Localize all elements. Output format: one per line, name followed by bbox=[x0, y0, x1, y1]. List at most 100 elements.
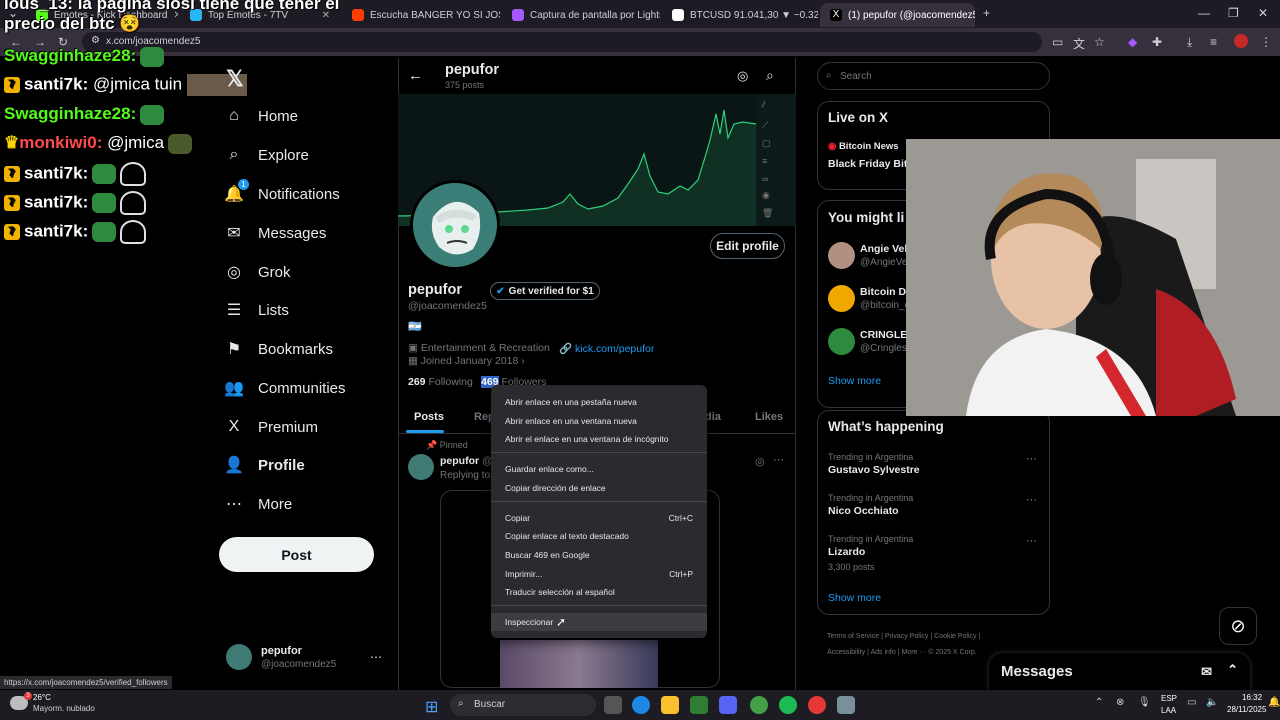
maximize-icon[interactable]: ❐ bbox=[1228, 6, 1239, 20]
menu-open-new-window[interactable]: Abrir enlace en una ventana nueva bbox=[491, 412, 707, 430]
back-arrow-icon[interactable]: ← bbox=[408, 67, 423, 84]
site-info-icon[interactable]: ⚙ bbox=[91, 35, 100, 46]
post-avatar[interactable] bbox=[408, 454, 434, 480]
new-message-icon[interactable]: ✉ bbox=[1201, 664, 1212, 680]
browser-tab[interactable]: Captura de pantalla por Lightsh ✕ bbox=[502, 3, 660, 27]
nav-grok[interactable]: ◎ Grok bbox=[224, 262, 291, 282]
account-menu-icon[interactable]: ⋯ bbox=[370, 650, 382, 664]
tab-media[interactable]: dia bbox=[705, 411, 721, 423]
footer-link[interactable]: Cookie Policy bbox=[934, 633, 976, 640]
suggestion-avatar[interactable] bbox=[828, 242, 855, 269]
menu-open-incognito[interactable]: Abrir el enlace en una ventana de incógn… bbox=[491, 430, 707, 448]
notification-bell-icon[interactable]: 🔔 bbox=[1268, 697, 1280, 708]
nav-communities[interactable]: 👥 Communities bbox=[224, 378, 346, 398]
footer-link[interactable]: More ··· bbox=[901, 649, 926, 656]
trend-name[interactable]: Lizardo bbox=[828, 546, 865, 558]
menu-print[interactable]: Imprimir... Ctrl+P bbox=[491, 565, 707, 583]
extension-icon[interactable]: ◆ bbox=[1128, 35, 1137, 49]
volume-icon[interactable]: 🔈 bbox=[1206, 697, 1218, 708]
post-more-icon[interactable]: ⋯ bbox=[773, 453, 784, 466]
settings-gear-icon[interactable] bbox=[837, 696, 855, 714]
footer-link[interactable]: Ads info bbox=[870, 649, 895, 656]
task-view-icon[interactable] bbox=[604, 696, 622, 714]
messages-drawer[interactable]: Messages ✉ ⌃ bbox=[989, 653, 1250, 690]
nav-premium[interactable]: X Premium bbox=[224, 417, 318, 437]
account-avatar[interactable] bbox=[226, 644, 252, 670]
live-text[interactable]: Black Friday Bitc bbox=[828, 158, 913, 170]
following-link[interactable]: 269 Following bbox=[408, 376, 473, 388]
minimize-icon[interactable]: — bbox=[1198, 6, 1210, 20]
clock-date[interactable]: 28/11/2025 bbox=[1227, 705, 1266, 714]
menu-copy-highlight-link[interactable]: Copiar enlace al texto destacado bbox=[491, 527, 707, 545]
nav-home[interactable]: ⌂ Home bbox=[224, 106, 298, 126]
trend-name[interactable]: Nico Occhiato bbox=[828, 505, 899, 517]
taskbar-search[interactable]: ⌕ Buscar bbox=[450, 694, 596, 716]
clock-time[interactable]: 16:32 bbox=[1242, 693, 1262, 702]
url-field[interactable]: ⚙ x.com/joacomendez5 bbox=[82, 32, 1042, 52]
microphone-icon[interactable]: 🎙 bbox=[1138, 697, 1151, 708]
nav-notifications[interactable]: 🔔 1 Notifications bbox=[224, 179, 340, 204]
tray-chevron-icon[interactable]: ⌃ bbox=[1095, 697, 1103, 708]
nav-bookmarks[interactable]: ⚑ Bookmarks bbox=[224, 339, 333, 359]
window-close-icon[interactable]: ✕ bbox=[1258, 6, 1268, 20]
post-button[interactable]: Post bbox=[219, 537, 374, 572]
extensions-puzzle-icon[interactable]: ✚ bbox=[1152, 35, 1162, 49]
footer-link[interactable]: Privacy Policy bbox=[885, 633, 929, 640]
footer-link[interactable]: Accessibility bbox=[827, 649, 865, 656]
profile-joined[interactable]: ▦ Joined January 2018 › bbox=[408, 355, 525, 367]
store-icon[interactable] bbox=[690, 696, 708, 714]
edit-profile-button[interactable]: Edit profile bbox=[710, 233, 785, 259]
nav-explore[interactable]: ⌕ Explore bbox=[224, 145, 309, 165]
obs-icon[interactable] bbox=[808, 696, 826, 714]
x-logo-icon[interactable]: 𝕏 bbox=[226, 66, 244, 92]
suggestion-name[interactable]: Bitcoin Da bbox=[860, 286, 912, 298]
cast-icon[interactable]: ▭ bbox=[1052, 35, 1063, 49]
suggestion-name[interactable]: Angie Vel bbox=[860, 243, 907, 255]
discord-icon[interactable] bbox=[719, 696, 737, 714]
trend-more-icon[interactable]: ⋯ bbox=[1026, 534, 1037, 547]
profile-avatar[interactable] bbox=[410, 180, 500, 270]
search-input[interactable]: ⌕ Search bbox=[817, 62, 1050, 90]
nav-messages[interactable]: ✉ Messages bbox=[224, 223, 326, 243]
tray-app-icon[interactable]: ⊗ bbox=[1116, 697, 1124, 708]
nav-lists[interactable]: ☰ Lists bbox=[224, 300, 289, 320]
download-icon[interactable]: ⤓ bbox=[1187, 35, 1192, 50]
profile-link[interactable]: 🔗 kick.com/pepufor bbox=[559, 342, 654, 355]
menu-open-new-tab[interactable]: Abrir enlace en una pestaña nueva bbox=[491, 393, 707, 411]
nav-more[interactable]: ⋯ More bbox=[224, 494, 292, 514]
tab-posts[interactable]: Posts bbox=[414, 411, 444, 423]
menu-translate[interactable]: Traducir selección al español bbox=[491, 583, 707, 601]
menu-inspect[interactable]: Inspeccionar bbox=[491, 613, 707, 631]
post-author[interactable]: pepufor @j bbox=[440, 455, 495, 467]
grok-analyze-icon[interactable]: ◎ bbox=[737, 68, 748, 84]
bookmark-star-icon[interactable]: ☆ bbox=[1094, 35, 1105, 49]
language-indicator[interactable]: ESP bbox=[1161, 694, 1177, 703]
trend-more-icon[interactable]: ⋯ bbox=[1026, 493, 1037, 506]
menu-copy-link[interactable]: Copiar dirección de enlace bbox=[491, 479, 707, 497]
menu-save-link[interactable]: Guardar enlace como... bbox=[491, 460, 707, 478]
show-more-link[interactable]: Show more bbox=[828, 375, 881, 387]
trend-name[interactable]: Gustavo Sylvestre bbox=[828, 464, 920, 476]
trend-more-icon[interactable]: ⋯ bbox=[1026, 452, 1037, 465]
live-source[interactable]: ◉ Bitcoin News bbox=[828, 141, 899, 152]
grok-float-button[interactable]: ⊘ bbox=[1219, 607, 1257, 645]
show-more-link[interactable]: Show more bbox=[828, 592, 881, 604]
suggestion-avatar[interactable] bbox=[828, 285, 855, 312]
nav-profile[interactable]: 👤 Profile bbox=[224, 455, 305, 475]
media-icon[interactable]: ≡ bbox=[1210, 35, 1217, 49]
get-verified-button[interactable]: ✔ Get verified for $1 bbox=[490, 282, 600, 300]
menu-dots-icon[interactable]: ⋮ bbox=[1260, 35, 1272, 49]
browser-tab[interactable]: Escucha BANGER YO SI JOSEO ✕ bbox=[342, 3, 500, 27]
browser-tab-active[interactable]: X (1) pepufor (@joacomendez5) / ✕ bbox=[820, 3, 975, 27]
file-explorer-icon[interactable] bbox=[661, 696, 679, 714]
menu-copy[interactable]: Copiar Ctrl+C bbox=[491, 509, 707, 527]
grok-icon[interactable]: ◎ bbox=[755, 455, 765, 468]
post-media-image[interactable] bbox=[500, 640, 658, 688]
menu-search-google[interactable]: Buscar 469 en Google bbox=[491, 546, 707, 564]
chrome-icon[interactable] bbox=[750, 696, 768, 714]
search-icon[interactable]: ⌕ bbox=[766, 67, 774, 84]
expand-icon[interactable]: ⌃ bbox=[1227, 662, 1238, 678]
spotify-icon[interactable] bbox=[779, 696, 797, 714]
new-tab-icon[interactable]: + bbox=[983, 6, 990, 20]
browser-tab[interactable]: BTCUSD 91.041,30 ▼ −0.32% S ✕ bbox=[662, 3, 818, 27]
